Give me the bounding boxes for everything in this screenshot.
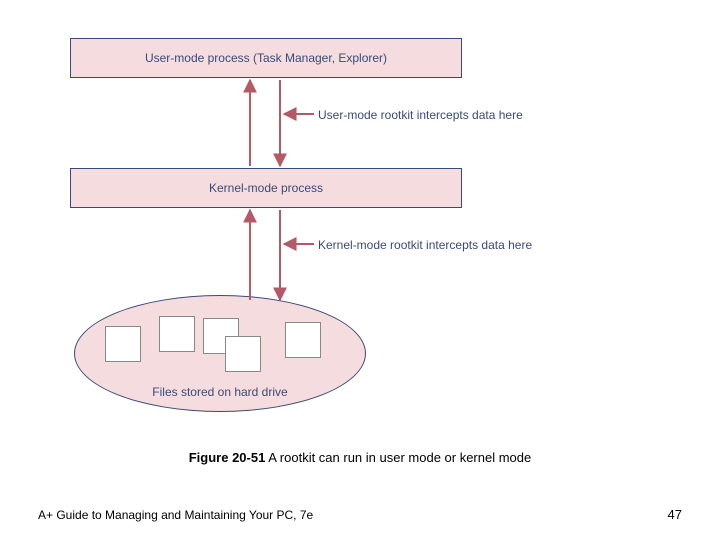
figure-caption: Figure 20-51 A rootkit can run in user m… xyxy=(0,450,720,465)
diagram-stage: User-mode process (Task Manager, Explore… xyxy=(0,0,720,540)
footer-left: A+ Guide to Managing and Maintaining You… xyxy=(38,508,313,522)
page-number: 47 xyxy=(668,507,682,522)
figure-number: Figure 20-51 xyxy=(189,450,266,465)
figure-caption-text: A rootkit can run in user mode or kernel… xyxy=(265,450,531,465)
